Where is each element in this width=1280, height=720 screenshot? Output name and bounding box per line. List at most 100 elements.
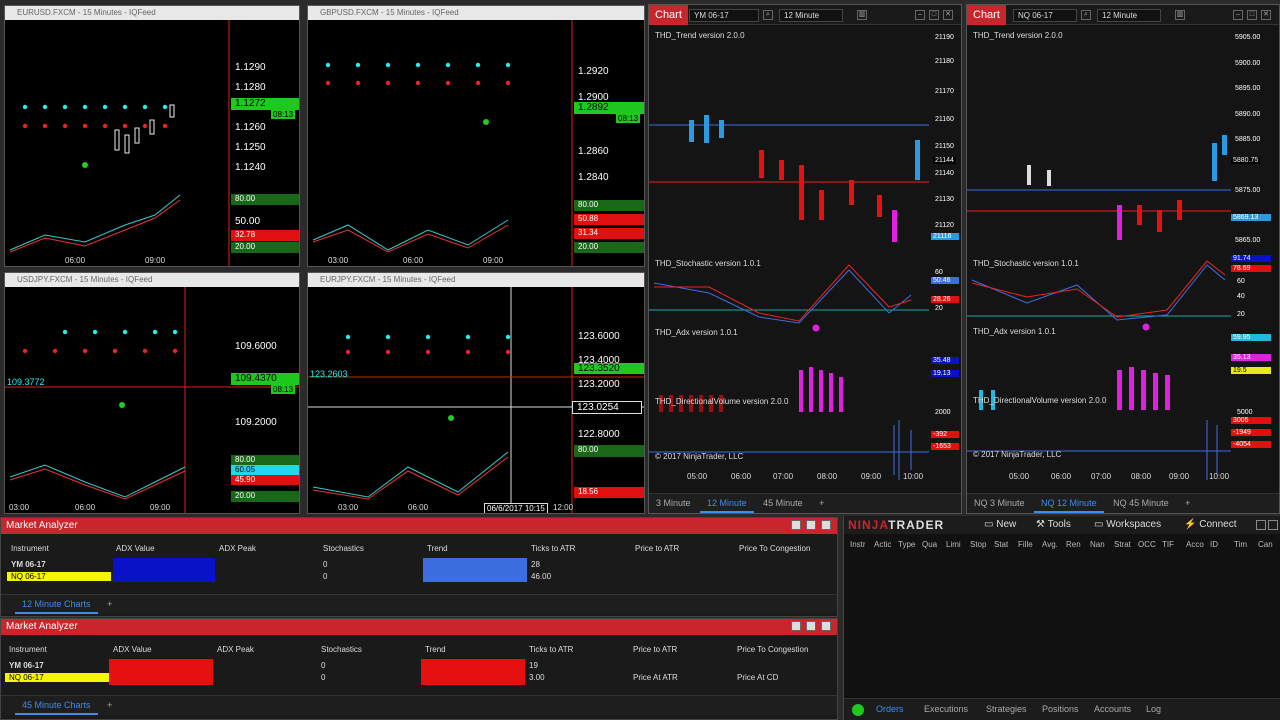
orders-column[interactable]: Limi bbox=[946, 540, 961, 549]
chart-window-nq[interactable]: Chart NQ 06-17 ⌕ 12 Minute ▥ – □ ✕ THD_T… bbox=[966, 4, 1280, 514]
orders-column[interactable]: Ren bbox=[1066, 540, 1081, 549]
tab-executions[interactable]: Executions bbox=[924, 704, 968, 714]
instrument-selector[interactable]: YM 06-17 bbox=[689, 9, 759, 22]
analyzer-tabs: 45 Minute Charts + bbox=[1, 695, 837, 715]
orders-column[interactable]: Tim bbox=[1234, 540, 1247, 549]
column-header[interactable]: Price To Congestion bbox=[737, 645, 808, 654]
bar-type-icon[interactable]: ▥ bbox=[857, 10, 867, 20]
orders-column[interactable]: Nan bbox=[1090, 540, 1105, 549]
column-header[interactable]: ADX Peak bbox=[219, 544, 256, 553]
column-header[interactable]: Instrument bbox=[9, 645, 47, 654]
column-header[interactable]: ADX Value bbox=[116, 544, 155, 553]
maximize-icon[interactable]: □ bbox=[929, 10, 939, 20]
tab-log[interactable]: Log bbox=[1146, 704, 1161, 714]
tab-3-minute[interactable]: 3 Minute bbox=[649, 494, 698, 513]
tab-nq-45-minute[interactable]: NQ 45 Minute bbox=[1106, 494, 1176, 513]
chart-window-eurusd[interactable]: EURUSD.FXCM - 15 Minutes - IQFeed 1.1290… bbox=[4, 5, 300, 267]
orders-column[interactable]: Stop bbox=[970, 540, 986, 549]
orders-column[interactable]: Avg. bbox=[1042, 540, 1058, 549]
maximize-icon[interactable] bbox=[806, 621, 816, 631]
orders-column[interactable]: Instr bbox=[850, 540, 866, 549]
close-icon[interactable] bbox=[1268, 520, 1278, 530]
column-header[interactable]: Instrument bbox=[11, 544, 49, 553]
instrument-selector[interactable]: NQ 06-17 bbox=[1013, 9, 1077, 22]
minimize-icon[interactable] bbox=[791, 520, 801, 530]
maximize-icon[interactable]: □ bbox=[1247, 10, 1257, 20]
interval-selector[interactable]: 12 Minute bbox=[779, 9, 843, 22]
orders-column[interactable]: ID bbox=[1210, 540, 1218, 549]
column-header[interactable]: Price to ATR bbox=[635, 544, 679, 553]
column-header[interactable]: Ticks to ATR bbox=[529, 645, 573, 654]
time-label: 03:00 bbox=[328, 256, 349, 265]
logo-trader: TRADER bbox=[888, 518, 945, 532]
column-header[interactable]: ADX Value bbox=[113, 645, 152, 654]
orders-column[interactable]: Strat bbox=[1114, 540, 1131, 549]
add-tab-button[interactable]: + bbox=[100, 595, 119, 614]
tab-45-minute-charts[interactable]: 45 Minute Charts bbox=[15, 696, 98, 715]
tab-orders[interactable]: Orders bbox=[876, 704, 904, 714]
minimize-icon[interactable] bbox=[791, 621, 801, 631]
add-tab-button[interactable]: + bbox=[1178, 494, 1197, 513]
stoch-level: 60 bbox=[935, 269, 943, 276]
tab-12-minute-charts[interactable]: 12 Minute Charts bbox=[15, 595, 98, 614]
interval-selector[interactable]: 12 Minute bbox=[1097, 9, 1161, 22]
add-tab-button[interactable]: + bbox=[812, 494, 831, 513]
current-price-badge: 21116 bbox=[931, 233, 959, 240]
tab-positions[interactable]: Positions bbox=[1042, 704, 1079, 714]
tab-12-minute[interactable]: 12 Minute bbox=[700, 494, 754, 513]
menu-new[interactable]: ▭ New bbox=[984, 519, 1016, 530]
column-header[interactable]: Ticks to ATR bbox=[531, 544, 575, 553]
tab-strategies[interactable]: Strategies bbox=[986, 704, 1027, 714]
instrument-cell[interactable]: YM 06-17 bbox=[11, 560, 46, 569]
orders-column[interactable]: Actic bbox=[874, 540, 891, 549]
orders-column[interactable]: Acco bbox=[1186, 540, 1204, 549]
control-center-tabs: Orders Executions Strategies Positions A… bbox=[844, 698, 1280, 720]
close-icon[interactable]: ✕ bbox=[943, 10, 953, 20]
tab-45-minute[interactable]: 45 Minute bbox=[756, 494, 810, 513]
maximize-icon[interactable] bbox=[806, 520, 816, 530]
search-icon[interactable]: ⌕ bbox=[763, 10, 773, 20]
orders-column[interactable]: Qua bbox=[922, 540, 937, 549]
search-icon[interactable]: ⌕ bbox=[1081, 10, 1091, 20]
column-header[interactable]: Price To Congestion bbox=[739, 544, 810, 553]
orders-column[interactable]: TIF bbox=[1162, 540, 1174, 549]
close-icon[interactable]: ✕ bbox=[1261, 10, 1271, 20]
tab-nq-3-minute[interactable]: NQ 3 Minute bbox=[967, 494, 1032, 513]
chart-window-eurjpy[interactable]: EURJPY.FXCM - 15 Minutes - IQFeed 123.26… bbox=[307, 272, 645, 514]
close-icon[interactable] bbox=[821, 520, 831, 530]
chart-window-usdjpy[interactable]: USDJPY.FXCM - 15 Minutes - IQFeed 109.37… bbox=[4, 272, 300, 514]
add-tab-button[interactable]: + bbox=[100, 696, 119, 715]
chart-window-ym[interactable]: Chart YM 06-17 ⌕ 12 Minute ▥ – □ ✕ THD_T… bbox=[648, 4, 962, 514]
tab-nq-12-minute[interactable]: NQ 12 Minute bbox=[1034, 494, 1104, 513]
instrument-cell[interactable]: YM 06-17 bbox=[9, 661, 44, 670]
time-label: 06:00 bbox=[65, 256, 86, 265]
menu-connect[interactable]: ⚡ Connect bbox=[1184, 519, 1236, 530]
time-label: 08:00 bbox=[817, 472, 838, 481]
minimize-icon[interactable]: – bbox=[1233, 10, 1243, 20]
stoch-cell: 0 bbox=[323, 572, 328, 581]
menu-tools[interactable]: ⚒ Tools bbox=[1036, 519, 1071, 530]
column-header[interactable]: ADX Peak bbox=[217, 645, 254, 654]
orders-column[interactable]: Stat bbox=[994, 540, 1008, 549]
instrument-cell[interactable]: NQ 06-17 bbox=[5, 673, 109, 682]
orders-column[interactable]: Type bbox=[898, 540, 915, 549]
menu-workspaces[interactable]: ▭ Workspaces bbox=[1094, 519, 1161, 530]
orders-column[interactable]: OCC bbox=[1138, 540, 1156, 549]
column-header[interactable]: Trend bbox=[427, 544, 448, 553]
time-label: 10:00 bbox=[1209, 472, 1230, 481]
column-header[interactable]: Price to ATR bbox=[633, 645, 677, 654]
chart-window-gbpusd[interactable]: GBPUSD.FXCM - 15 Minutes - IQFeed 1.2920… bbox=[307, 5, 645, 267]
close-icon[interactable] bbox=[821, 621, 831, 631]
instrument-cell[interactable]: NQ 06-17 bbox=[7, 572, 111, 581]
tab-accounts[interactable]: Accounts bbox=[1094, 704, 1131, 714]
price-label: 5905.00 bbox=[1235, 34, 1261, 41]
marker-price: 123.2603 bbox=[310, 369, 348, 379]
orders-column[interactable]: Fille bbox=[1018, 540, 1033, 549]
column-header[interactable]: Stochastics bbox=[323, 544, 364, 553]
column-header[interactable]: Stochastics bbox=[321, 645, 362, 654]
column-header[interactable]: Trend bbox=[425, 645, 446, 654]
maximize-icon[interactable] bbox=[1256, 520, 1266, 530]
bar-type-icon[interactable]: ▥ bbox=[1175, 10, 1185, 20]
orders-column[interactable]: Can bbox=[1258, 540, 1273, 549]
minimize-icon[interactable]: – bbox=[915, 10, 925, 20]
